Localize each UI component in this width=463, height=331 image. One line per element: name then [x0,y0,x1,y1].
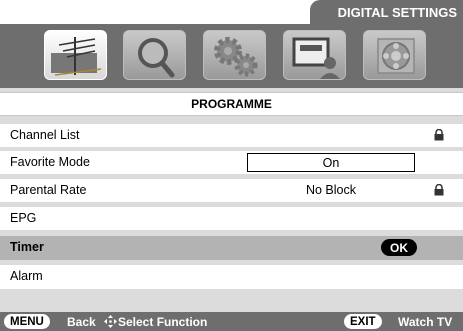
exit-key[interactable]: EXIT [344,314,382,329]
menu-item-timer[interactable]: Timer OK [0,236,463,260]
dpad-arrows-icon [104,315,117,328]
lock-icon [434,129,444,141]
menu-item-label: Favorite Mode [10,155,90,169]
film-reel-icon[interactable] [363,30,426,80]
menu-item-epg[interactable]: EPG [0,207,463,230]
gears-icon[interactable] [203,30,266,80]
antenna-programme-icon[interactable] [44,30,107,80]
menu-item-favorite-mode[interactable]: Favorite Mode On [0,151,463,174]
magnifier-icon[interactable] [123,30,186,80]
footer-help-bar: MENU Back Select Function EXIT Watch TV [0,312,463,331]
screen-user-icon[interactable] [283,30,346,80]
menu-item-label: Timer [10,240,44,254]
menu-item-label: Channel List [10,128,80,142]
back-label: Back [67,315,96,329]
favorite-mode-value-field[interactable]: On [247,153,415,172]
section-title-text: PROGRAMME [191,97,272,111]
menu-item-label: Alarm [10,269,43,283]
divider-strip [0,289,463,312]
menu-key[interactable]: MENU [4,314,50,329]
lock-icon [434,184,444,196]
divider-strip [0,116,463,124]
menu-item-alarm[interactable]: Alarm [0,265,463,289]
ok-button[interactable]: OK [381,239,417,256]
favorite-mode-value: On [322,155,340,170]
ok-button-label: OK [390,240,408,255]
menu-item-label: Parental Rate [10,183,87,197]
select-function-label: Select Function [118,315,208,329]
menu-item-label: EPG [10,211,37,225]
menu-item-channel-list[interactable]: Channel List [0,124,463,147]
section-title: PROGRAMME [0,92,463,116]
menu-title: DIGITAL SETTINGS [337,4,457,20]
watch-tv-label: Watch TV [398,315,453,329]
menu-item-parental-rate[interactable]: Parental Rate No Block [0,179,463,202]
header-tab: DIGITAL SETTINGS [310,0,463,24]
menu-key-label: MENU [10,315,44,328]
exit-key-label: EXIT [350,315,376,328]
category-icon-bar [0,24,463,88]
parental-rate-value: No Block [305,183,357,197]
